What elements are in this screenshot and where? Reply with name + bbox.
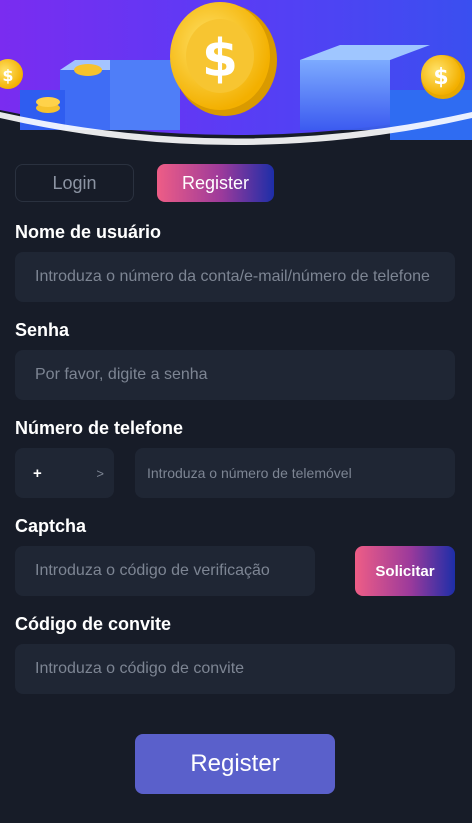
username-input[interactable]: Introduza o número da conta/e-mail/númer… [15, 252, 455, 302]
svg-text:$: $ [433, 65, 448, 90]
captcha-input[interactable]: Introduza o código de verificação [15, 546, 315, 596]
username-label: Nome de usuário [15, 222, 162, 242]
invite-code-input[interactable]: Introduza o código de convite [15, 644, 455, 694]
password-label: Senha [15, 320, 70, 340]
country-code-select[interactable]: + > [15, 448, 114, 498]
tab-login[interactable]: Login [15, 164, 134, 202]
captcha-label: Captcha [15, 516, 87, 536]
phone-input[interactable]: Introduza o número de telemóvel [135, 448, 455, 498]
svg-text:$: $ [202, 29, 238, 89]
tab-register[interactable]: Register [157, 164, 274, 202]
register-button[interactable]: Register [135, 734, 335, 794]
chevron-right-icon: > [96, 465, 104, 481]
invite-code-label: Código de convite [15, 614, 172, 634]
phone-label: Número de telefone [15, 418, 184, 438]
banner-illustration: $ $ $ [0, 0, 472, 145]
request-code-button[interactable]: Solicitar [355, 546, 455, 596]
svg-text:$: $ [2, 66, 13, 85]
password-input[interactable]: Por favor, digite a senha [15, 350, 455, 400]
country-code-value: + [33, 464, 42, 482]
